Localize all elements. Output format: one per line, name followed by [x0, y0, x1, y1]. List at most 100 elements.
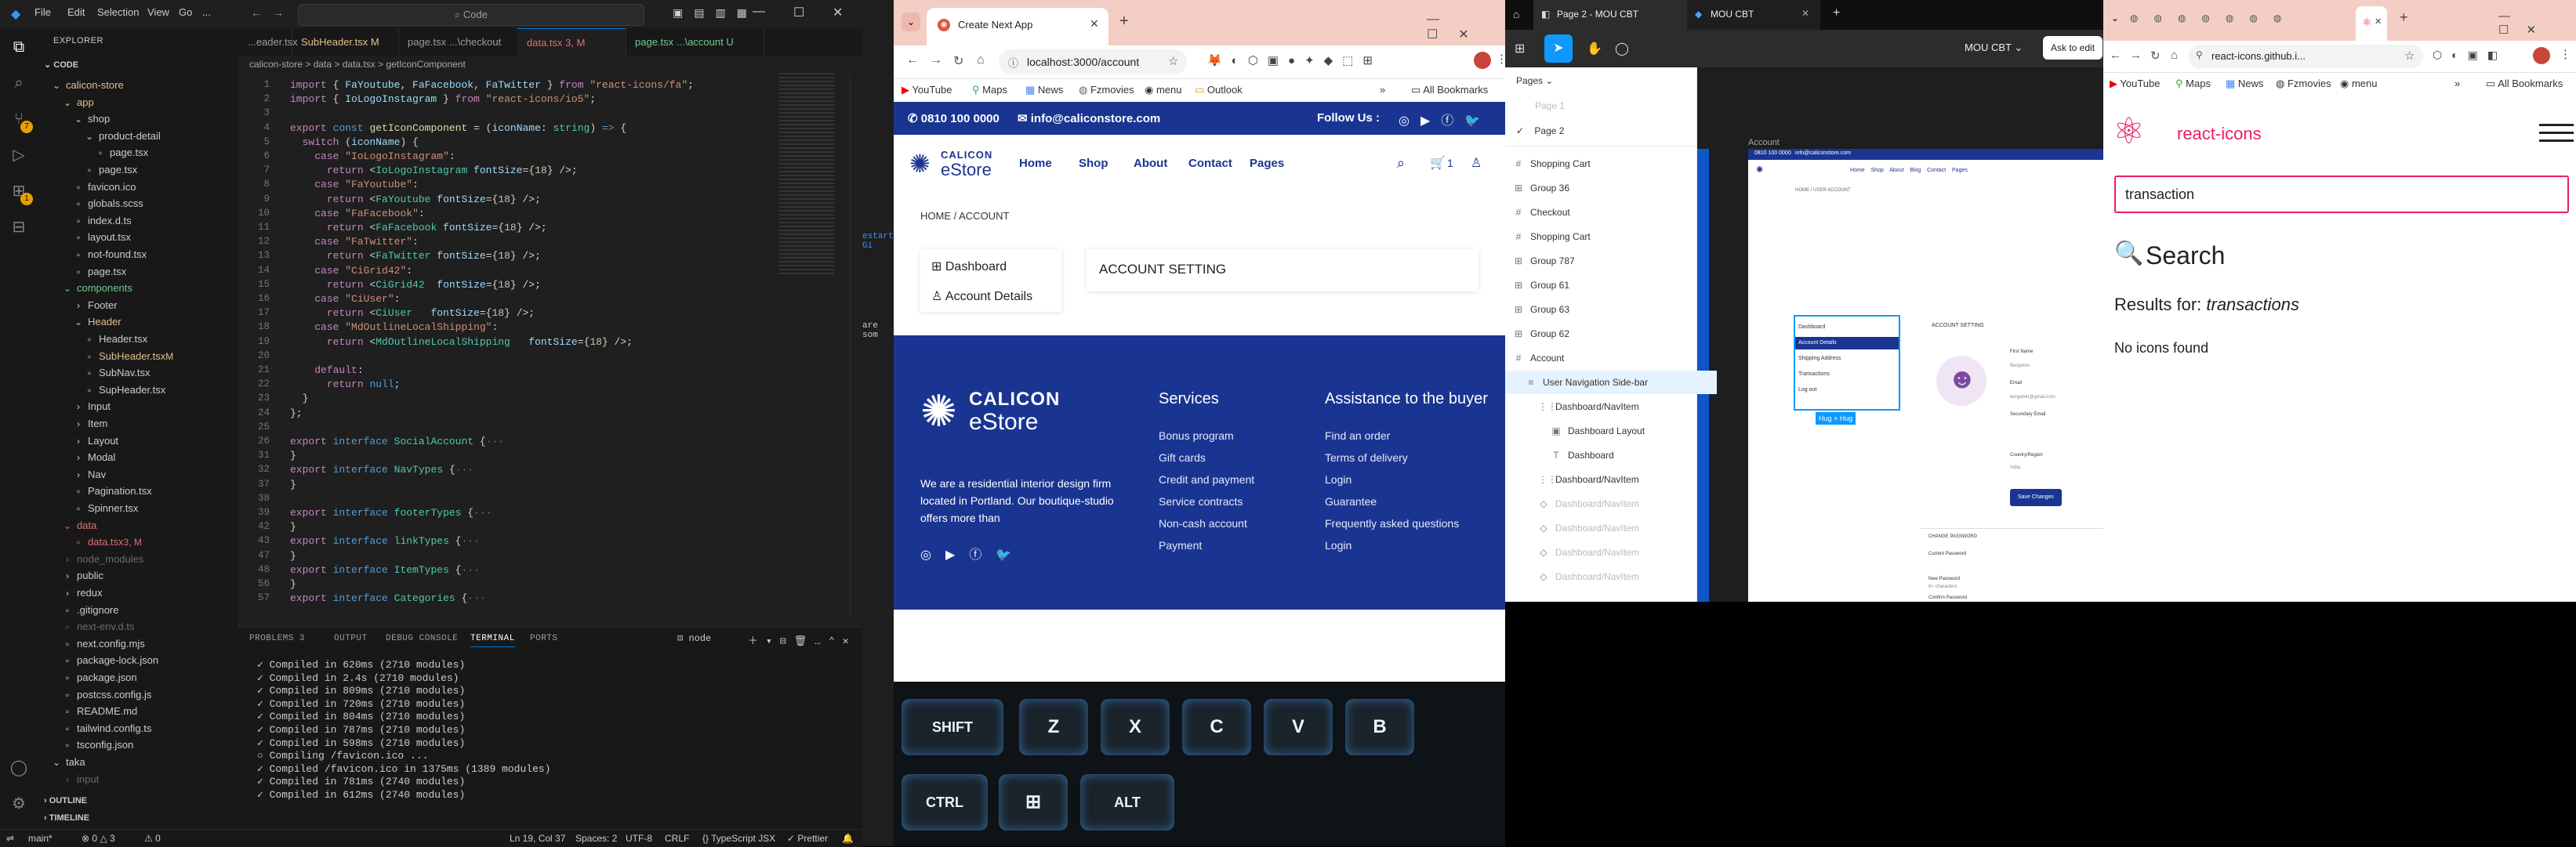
hand-tool-icon[interactable]: ✋ [1587, 41, 1602, 56]
footer-assist-link[interactable]: Guarantee [1325, 495, 1377, 508]
file-tree-item[interactable]: ▫ postcss.config.js [61, 686, 152, 704]
account-icon[interactable]: ◯ [9, 758, 28, 777]
tab-close-icon[interactable]: ✕ [2375, 16, 2382, 27]
file-tree-item[interactable]: ⌄ app [61, 94, 94, 111]
tab-close-icon[interactable]: ✕ [1090, 17, 1099, 31]
react-icons-brand[interactable]: react-icons [2177, 124, 2262, 144]
file-tree-item[interactable]: › redux [61, 585, 103, 602]
run-debug-icon[interactable]: ▷ [9, 146, 28, 165]
footer-service-link[interactable]: Service contracts [1159, 495, 1243, 508]
menu-more[interactable]: ... [202, 6, 211, 18]
window-controls[interactable]: —☐✕ [1427, 13, 1505, 42]
bookmark-star-icon[interactable]: ☆ [2404, 49, 2415, 63]
file-tree-item[interactable]: › input [61, 771, 99, 788]
account-frame[interactable]: 0810 100 0000 info@caliconstore.com ✺ Ho… [1748, 149, 2103, 602]
address-bar[interactable]: ⓘ localhost:3000/account ☆ [999, 49, 1187, 74]
file-tree-item[interactable]: ▫ tsconfig.json [61, 737, 133, 754]
extension-icons[interactable]: ⬡◐▣◧ [2433, 49, 2507, 62]
file-tree-item[interactable]: ⌄ components [61, 280, 132, 297]
layer-row[interactable]: ⋮⋮Dashboard/NavItem [1505, 395, 1729, 418]
extension-icons[interactable]: 🦊◐⬡▣●✦◆⬚⊞ [1207, 53, 1382, 67]
footer-assist-link[interactable]: Find an order [1325, 429, 1390, 442]
file-tree-item[interactable]: ▫ package.json [61, 669, 137, 686]
editor-tab[interactable]: data.tsx 3, M [517, 28, 626, 56]
panel-tab-output[interactable]: OUTPUT [334, 634, 368, 643]
sidebar-dashboard[interactable]: ⊞ Dashboard [931, 259, 1007, 274]
terminal-shell-selector[interactable]: ⊡ node [677, 632, 711, 644]
layer-row[interactable]: ⊞ Group 36 [1505, 176, 1704, 200]
menu-view[interactable]: View [147, 6, 169, 18]
code-editor[interactable]: 1 import { FaYoutube, FaFacebook, FaTwitt… [238, 73, 862, 621]
home-icon[interactable]: ⌂ [2171, 49, 2178, 62]
layer-row[interactable]: ⊞ Group 63 [1505, 298, 1704, 321]
panel-tab-problems[interactable]: PROBLEMS 3 [249, 634, 305, 643]
file-tree-item[interactable]: › public [61, 567, 103, 585]
window-controls[interactable]: —☐✕ [2498, 9, 2576, 37]
layer-row[interactable]: # Shopping Cart [1505, 152, 1704, 176]
layer-row[interactable]: # Account [1505, 346, 1704, 370]
site-search-icon[interactable]: ⌕ [1397, 155, 1405, 172]
layer-row[interactable]: ◇ Dashboard/NavItem [1505, 492, 1729, 516]
panel-tab-ports[interactable]: PORTS [530, 634, 558, 643]
outline-section[interactable]: › OUTLINE [44, 796, 87, 805]
remote-icon[interactable]: ⊟ [9, 218, 28, 237]
file-tree-item[interactable]: ▫ favicon.ico [72, 179, 136, 196]
bookmark-youtube[interactable]: ▶ YouTube [2110, 78, 2160, 90]
editor-tab[interactable]: page.tsx ...\checkout [398, 28, 518, 56]
file-tree-item[interactable]: ▫ page.tsx [94, 144, 148, 161]
figma-tab-page2[interactable]: ◧ Page 2 - MOU CBT [1533, 0, 1687, 30]
figma-new-tab-icon[interactable]: + [1833, 6, 1840, 20]
file-tree-item[interactable]: › Input [72, 398, 111, 415]
bookmark-star-icon[interactable]: ☆ [1168, 54, 1178, 68]
editor-breadcrumb[interactable]: calicon-store > data > data.tsx > getIco… [238, 56, 873, 73]
menu-selection[interactable]: Selection [97, 6, 139, 18]
workspace-root[interactable]: ⌄ CODE [44, 60, 78, 70]
file-tree-item[interactable]: ▫ index.d.ts [72, 212, 132, 230]
ask-to-edit-button[interactable]: Ask to edit [2043, 36, 2103, 60]
social-icons[interactable]: ◎▶ⓕ🐦 [1399, 110, 1491, 128]
move-tool-icon[interactable]: ➤ [1544, 34, 1573, 63]
file-tree-item[interactable]: › Nav [72, 466, 106, 483]
browser-tab-active[interactable]: ◉ Create Next App ✕ [927, 8, 1108, 45]
hamburger-menu-icon[interactable] [2539, 124, 2574, 143]
tab-search-icon[interactable]: ⌄ [2111, 13, 2119, 24]
site-info-icon[interactable]: ⚲ [2196, 49, 2203, 60]
file-tree-item[interactable]: › Footer [72, 297, 118, 314]
profile-avatar[interactable] [2533, 47, 2550, 64]
maximize-icon[interactable]: ☐ [793, 5, 804, 20]
file-tree-item[interactable]: ▫ data.tsx3, M [72, 534, 158, 551]
file-tree-item[interactable]: ▫ Spinner.tsx [72, 500, 138, 517]
file-tree-item[interactable]: ⌄ taka [50, 754, 85, 771]
selected-user-nav-sidebar[interactable]: Dashboard Account Details Shipping Addre… [1794, 315, 1900, 411]
minimize-icon[interactable]: — [753, 5, 765, 19]
file-tree-item[interactable]: ▫ globals.scss [72, 195, 143, 212]
page-2-item[interactable]: ✓ Page 2 [1516, 125, 1564, 136]
all-bookmarks[interactable]: ▭ All Bookmarks [1411, 84, 1488, 96]
settings-gear-icon[interactable]: ⚙ [9, 795, 28, 813]
footer-assist-link[interactable]: Login [1325, 473, 1351, 486]
file-tree-item[interactable]: ⌄ product-detail [83, 128, 161, 145]
branch-status[interactable]: main* [28, 830, 53, 847]
user-icon[interactable]: ♙ [1471, 155, 1482, 171]
more-bookmarks-icon[interactable]: » [1380, 84, 1385, 96]
nav-back-icon[interactable]: ← [251, 6, 262, 19]
menu-edit[interactable]: Edit [67, 6, 85, 18]
explorer-icon[interactable]: ⧉ [9, 38, 28, 56]
file-tree-item[interactable]: ⌄ Header [72, 313, 122, 331]
bookmark-news[interactable]: ▦ News [1025, 84, 1063, 96]
file-tree-item[interactable]: ▫ Header.tsx [83, 331, 147, 348]
encoding[interactable]: UTF-8 [626, 830, 652, 847]
layer-row[interactable]: ⊞ Group 62 [1505, 322, 1704, 346]
footer-social-icons[interactable]: ◎▶ⓕ🐦 [920, 544, 1025, 563]
bookmark-menu[interactable]: ◉ menu [1145, 84, 1182, 96]
editor-tab[interactable]: page.tsx ...\account U [626, 28, 764, 56]
cart-icon[interactable]: 🛒 [1430, 155, 1446, 171]
layer-row[interactable]: ◇ Dashboard/NavItem [1505, 565, 1729, 588]
nav-shop[interactable]: Shop [1079, 157, 1108, 170]
site-email[interactable]: ✉ info@caliconstore.com [1018, 111, 1160, 125]
bookmark-maps[interactable]: ⚲ Maps [972, 84, 1007, 96]
menu-kebab-icon[interactable]: ⋮ [2560, 47, 2571, 61]
layer-row[interactable]: ◇ Dashboard/NavItem [1505, 541, 1729, 564]
figma-file-name[interactable]: MOU CBT ⌄ [1965, 42, 2023, 54]
file-tree-item[interactable]: ▫ package-lock.json [61, 652, 158, 669]
